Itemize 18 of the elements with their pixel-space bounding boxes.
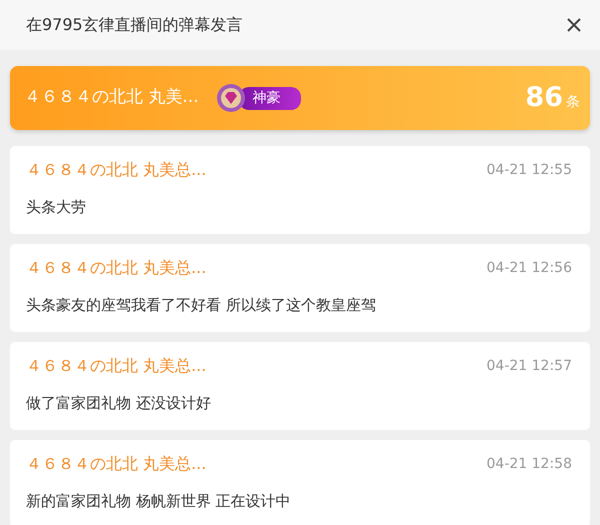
user-name: ４６８４の北北 丸美总... <box>26 355 206 377</box>
user-name: ４６８４の北北 丸美总... <box>26 159 206 181</box>
message-text: 头条大劳 <box>26 197 87 218</box>
window-title: 在9795玄律直播间的弹幕发言 <box>26 14 243 36</box>
timestamp: 04-21 12:56 <box>486 258 572 278</box>
timestamp: 04-21 12:57 <box>486 356 572 376</box>
user-name: ４６８４の北北 丸美... <box>24 86 199 110</box>
message-text: 做了富家团礼物 还没设计好 <box>26 393 212 414</box>
timestamp: 04-21 12:55 <box>486 160 572 180</box>
user-name: ４６８４の北北 丸美总... <box>26 453 206 475</box>
message-count: 86 <box>525 80 563 115</box>
close-icon <box>566 16 582 33</box>
user-name: ４６８４の北北 丸美总... <box>26 257 206 279</box>
count-unit: 条 <box>566 92 580 112</box>
message-text: 新的富家团礼物 杨帆新世界 正在设计中 <box>26 491 292 512</box>
timestamp: 04-21 12:58 <box>486 454 572 474</box>
gem-emblem-icon <box>214 82 247 114</box>
message-text: 头条豪友的座驾我看了不好看 所以续了这个教皇座驾 <box>26 295 377 316</box>
